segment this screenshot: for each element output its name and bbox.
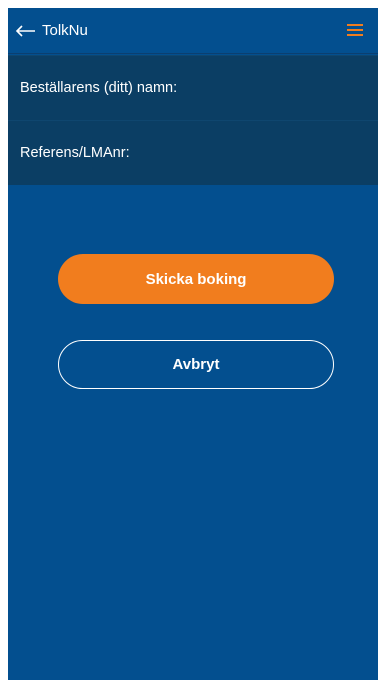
booking-screen: TolkNu Beställarens (ditt) namn: Referen… — [8, 8, 378, 680]
reference-input[interactable] — [203, 135, 367, 173]
app-title: TolkNu — [42, 22, 88, 39]
orderer-name-label: Beställarens (ditt) namn: — [20, 80, 178, 96]
app-bar: TolkNu — [8, 8, 378, 54]
menu-button[interactable] — [344, 20, 366, 40]
reference-label: Referens/LMAnr: — [20, 145, 130, 161]
arrow-left-icon — [15, 24, 35, 37]
orderer-name-input[interactable] — [203, 70, 367, 108]
cancel-button[interactable]: Avbryt — [58, 340, 334, 389]
orderer-name-row[interactable]: Beställarens (ditt) namn: — [8, 55, 378, 120]
hamburger-menu-icon — [347, 24, 363, 36]
back-button[interactable] — [10, 16, 40, 46]
reference-row[interactable]: Referens/LMAnr: — [8, 120, 378, 185]
send-booking-button[interactable]: Skicka boking — [58, 254, 334, 304]
